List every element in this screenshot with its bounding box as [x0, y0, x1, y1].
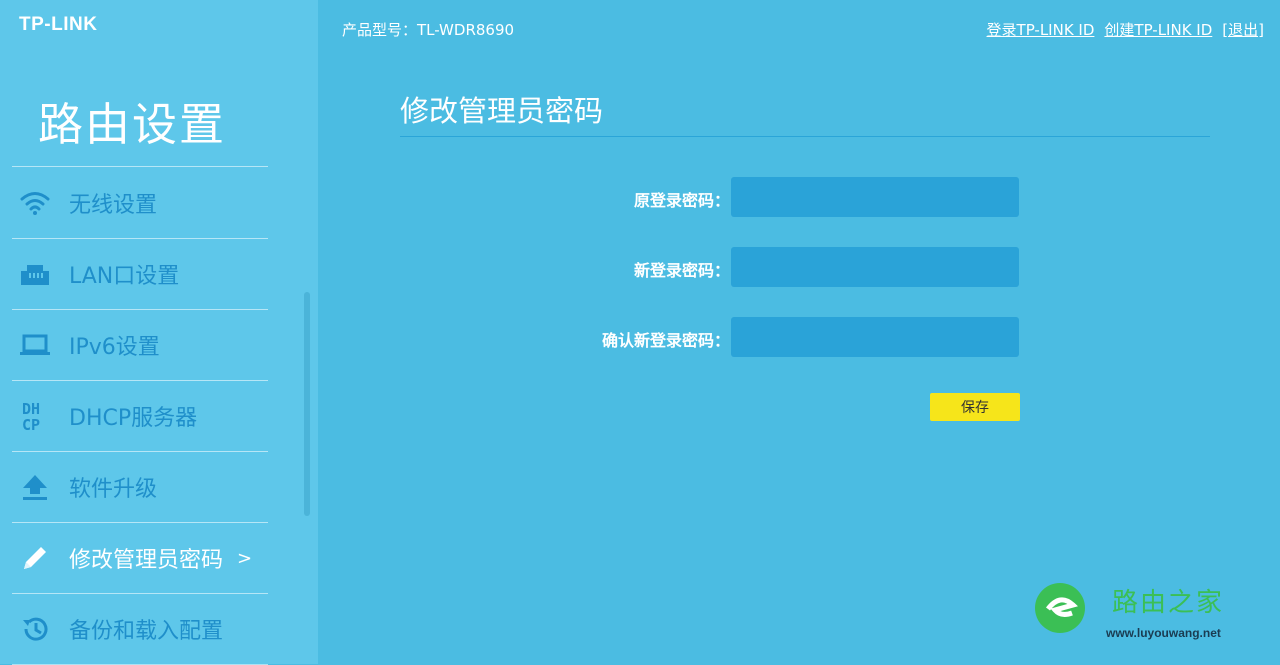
history-icon [18, 612, 52, 646]
watermark: 路由之家 www.luyouwang.net [1034, 582, 1274, 658]
sidebar-item-firmware[interactable]: 软件升级 [12, 452, 268, 523]
sidebar-item-wireless[interactable]: 无线设置 [12, 168, 268, 239]
sidebar-item-label: DHCP服务器 [69, 406, 198, 431]
sidebar-item-ipv6[interactable]: IPv6设置 [12, 310, 268, 381]
new-password-field[interactable] [731, 247, 1019, 287]
header-links: 登录TP-LINK ID 创建TP-LINK ID [退出] [987, 19, 1264, 40]
title-divider [400, 136, 1210, 137]
sidebar-item-label: 修改管理员密码 [69, 548, 224, 573]
logout-link[interactable]: [退出] [1222, 19, 1264, 40]
pencil-icon [18, 541, 52, 575]
save-button[interactable]: 保存 [930, 393, 1020, 421]
dhcp-icon: DH CP [18, 399, 52, 433]
form-row-confirm-password: 确认新登录密码： [520, 317, 1040, 357]
page-title: 修改管理员密码 [400, 94, 604, 128]
sidebar-item-backup[interactable]: 备份和载入配置 [12, 594, 268, 665]
wifi-icon [18, 186, 52, 220]
sidebar-menu: 无线设置 LAN口设置 IPv6设置 DH CP DHCP服务器 软件升级 修改… [0, 168, 300, 665]
watermark-logo-icon [1035, 583, 1085, 633]
watermark-text: 路由之家 [1112, 588, 1225, 618]
confirm-password-label: 确认新登录密码： [601, 331, 730, 350]
ethernet-port-icon [18, 257, 52, 291]
login-tplink-id-link[interactable]: 登录TP-LINK ID [987, 19, 1095, 40]
sidebar-item-lan[interactable]: LAN口设置 [12, 239, 268, 310]
sidebar-item-label: 软件升级 [69, 477, 158, 502]
watermark-url: www.luyouwang.net [1106, 626, 1221, 640]
form-row-new-password: 新登录密码： [520, 247, 1040, 287]
form-row-old-password: 原登录密码： [520, 177, 1040, 217]
model-number: 产品型号：TL-WDR8690 [342, 21, 515, 39]
sidebar-item-label: 无线设置 [69, 193, 158, 218]
old-password-field[interactable] [731, 177, 1019, 217]
sidebar-scrollbar[interactable] [304, 292, 310, 516]
sidebar: TP-LINK 路由设置 无线设置 LAN口设置 IPv6设置 DH CP DH… [0, 0, 318, 665]
sidebar-item-label: IPv6设置 [69, 335, 160, 360]
sidebar-item-label: LAN口设置 [69, 264, 180, 289]
confirm-password-field[interactable] [731, 317, 1019, 357]
create-tplink-id-link[interactable]: 创建TP-LINK ID [1104, 19, 1212, 40]
upload-icon [18, 470, 52, 504]
tp-link-logo: TP-LINK [19, 14, 98, 35]
chevron-right-icon: > [237, 547, 253, 569]
old-password-label: 原登录密码： [633, 191, 730, 210]
sidebar-divider [12, 166, 268, 167]
sidebar-item-admin-password[interactable]: 修改管理员密码 > [12, 523, 268, 594]
sidebar-item-dhcp[interactable]: DH CP DHCP服务器 [12, 381, 268, 452]
new-password-label: 新登录密码： [633, 261, 730, 280]
svg-text:CP: CP [22, 416, 40, 433]
laptop-icon [18, 328, 52, 362]
sidebar-title: 路由设置 [38, 98, 227, 151]
sidebar-item-label: 备份和载入配置 [69, 619, 224, 644]
